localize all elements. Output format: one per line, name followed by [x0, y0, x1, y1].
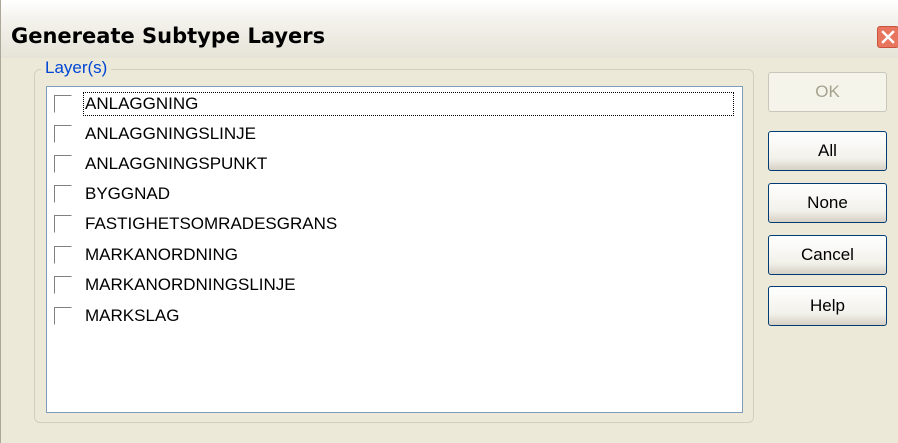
checkbox[interactable]	[54, 214, 72, 233]
list-item[interactable]: MARKANORDNING	[54, 240, 734, 269]
checkbox[interactable]	[54, 94, 72, 113]
layer-label: ANLAGGNING	[83, 91, 734, 116]
layers-checklist[interactable]: ANLAGGNING ANLAGGNINGSLINJE ANLAGGNINGSP…	[46, 86, 743, 413]
checkbox[interactable]	[54, 154, 72, 173]
close-icon	[881, 30, 895, 44]
list-item[interactable]: ANLAGGNINGSLINJE	[54, 119, 734, 148]
ok-button[interactable]: OK	[768, 72, 887, 112]
layers-group-label: Layer(s)	[41, 58, 112, 78]
help-button[interactable]: Help	[768, 286, 887, 326]
layer-label: MARKANORDNINGSLINJE	[85, 274, 296, 294]
checkbox[interactable]	[54, 124, 72, 143]
checkbox[interactable]	[54, 275, 72, 294]
list-item[interactable]: FASTIGHETSOMRADESGRANS	[54, 209, 734, 238]
title-bar[interactable]: Genereate Subtype Layers	[1, 0, 898, 58]
layer-label: BYGGNAD	[85, 183, 171, 203]
list-item[interactable]: BYGGNAD	[54, 179, 734, 208]
list-item[interactable]: ANLAGGNINGSPUNKT	[54, 149, 734, 178]
generate-subtype-layers-dialog: Genereate Subtype Layers Layer(s) ANLAGG…	[0, 0, 898, 443]
list-item[interactable]: ANLAGGNING	[54, 89, 734, 118]
layer-label: ANLAGGNINGSPUNKT	[85, 153, 268, 173]
list-item[interactable]: MARKSLAG	[54, 301, 734, 330]
close-button[interactable]	[877, 26, 898, 48]
layer-label: FASTIGHETSOMRADESGRANS	[85, 213, 338, 233]
layer-label: MARKANORDNING	[85, 244, 239, 264]
checkbox[interactable]	[54, 306, 72, 325]
select-none-button[interactable]: None	[768, 183, 887, 223]
select-all-button[interactable]: All	[768, 131, 887, 171]
layer-label: MARKSLAG	[85, 305, 180, 325]
cancel-button[interactable]: Cancel	[768, 235, 887, 275]
dialog-title: Genereate Subtype Layers	[11, 24, 326, 48]
layer-label: ANLAGGNINGSLINJE	[85, 123, 256, 143]
checkbox[interactable]	[54, 245, 72, 264]
checkbox[interactable]	[54, 184, 72, 203]
list-item[interactable]: MARKANORDNINGSLINJE	[54, 270, 734, 299]
